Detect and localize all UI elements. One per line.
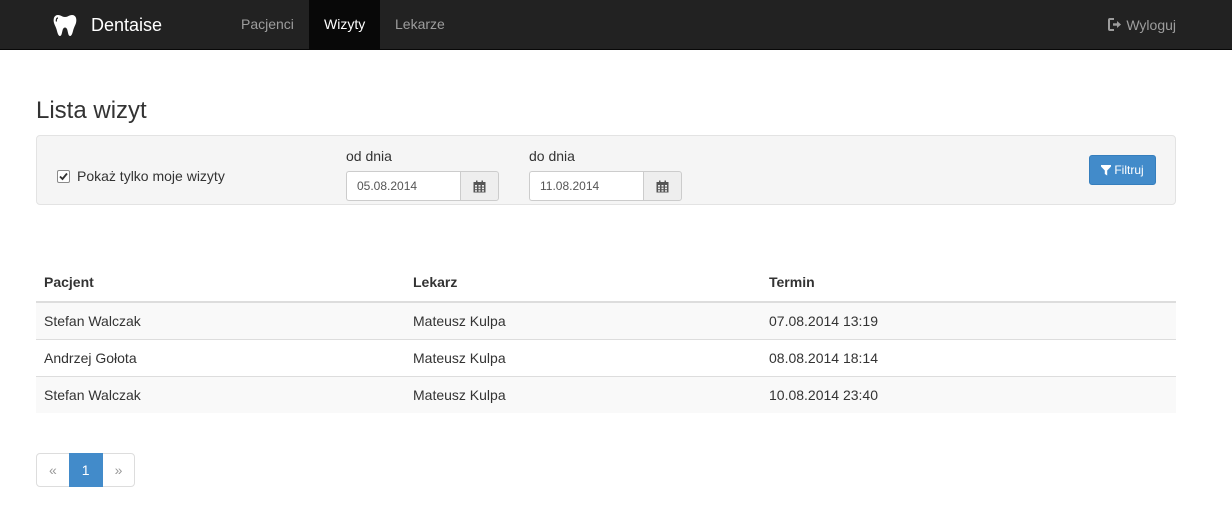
filter-button[interactable]: Filtruj bbox=[1089, 155, 1156, 185]
only-mine-checkbox[interactable] bbox=[57, 169, 70, 183]
sign-out-icon bbox=[1108, 18, 1123, 31]
table-row[interactable]: Stefan Walczak Mateusz Kulpa 07.08.2014 … bbox=[36, 302, 1176, 339]
cell-date: 08.08.2014 18:14 bbox=[761, 338, 1176, 376]
column-header-termin: Termin bbox=[761, 263, 1176, 303]
logout-label: Wyloguj bbox=[1126, 16, 1176, 33]
table-row[interactable]: Stefan Walczak Mateusz Kulpa 10.08.2014 … bbox=[36, 375, 1176, 413]
filter-icon bbox=[1101, 164, 1112, 176]
pagination-prev[interactable]: « bbox=[36, 453, 70, 487]
pagination-page-1[interactable]: 1 bbox=[68, 453, 103, 487]
table-row[interactable]: Andrzej Gołota Mateusz Kulpa 08.08.2014 … bbox=[36, 338, 1176, 376]
nav-item-pacjenci[interactable]: Pacjenci bbox=[226, 0, 309, 49]
only-mine-label[interactable]: Pokaż tylko moje wizyty bbox=[77, 168, 225, 184]
visits-table: Pacjent Lekarz Termin Stefan Walczak Mat… bbox=[36, 263, 1176, 413]
cell-date: 07.08.2014 13:19 bbox=[761, 302, 1176, 339]
nav-item-lekarze[interactable]: Lekarze bbox=[380, 0, 460, 49]
calendar-icon bbox=[656, 180, 669, 193]
column-header-lekarz: Lekarz bbox=[405, 263, 761, 303]
cell-patient: Stefan Walczak bbox=[36, 302, 405, 339]
table-header-row: Pacjent Lekarz Termin bbox=[36, 263, 1176, 303]
filter-panel: Pokaż tylko moje wizyty od dnia 05.08.20… bbox=[36, 135, 1176, 205]
filter-button-label: Filtruj bbox=[1114, 163, 1144, 177]
date-from-label: od dnia bbox=[346, 148, 392, 164]
page-title: Lista wizyt bbox=[36, 97, 147, 124]
date-to-label: do dnia bbox=[529, 148, 575, 164]
top-navbar: Dentaise Pacjenci Wizyty Lekarze Wyloguj bbox=[0, 0, 1232, 50]
date-to-input[interactable]: 11.08.2014 bbox=[529, 171, 643, 201]
cell-doctor: Mateusz Kulpa bbox=[405, 302, 761, 339]
pagination-next[interactable]: » bbox=[101, 453, 136, 487]
date-from-input[interactable]: 05.08.2014 bbox=[346, 171, 460, 201]
calendar-icon bbox=[473, 180, 486, 193]
cell-doctor: Mateusz Kulpa bbox=[405, 375, 761, 413]
date-to-calendar-button[interactable] bbox=[643, 171, 682, 201]
brand-link[interactable]: Dentaise bbox=[52, 0, 162, 50]
tooth-icon bbox=[52, 12, 78, 38]
date-to-group: do dnia 11.08.2014 bbox=[529, 146, 682, 201]
column-header-pacjent: Pacjent bbox=[36, 263, 405, 303]
cell-date: 10.08.2014 23:40 bbox=[761, 375, 1176, 413]
cell-patient: Stefan Walczak bbox=[36, 375, 405, 413]
cell-patient: Andrzej Gołota bbox=[36, 338, 405, 376]
nav-item-wizyty[interactable]: Wizyty bbox=[309, 0, 381, 49]
logout-link[interactable]: Wyloguj bbox=[1108, 0, 1176, 49]
date-from-calendar-button[interactable] bbox=[460, 171, 499, 201]
date-from-group: od dnia 05.08.2014 bbox=[346, 146, 499, 201]
cell-doctor: Mateusz Kulpa bbox=[405, 338, 761, 376]
brand-name: Dentaise bbox=[91, 14, 163, 35]
pagination: « 1 » bbox=[36, 453, 136, 487]
only-mine-filter[interactable]: Pokaż tylko moje wizyty bbox=[57, 168, 225, 184]
